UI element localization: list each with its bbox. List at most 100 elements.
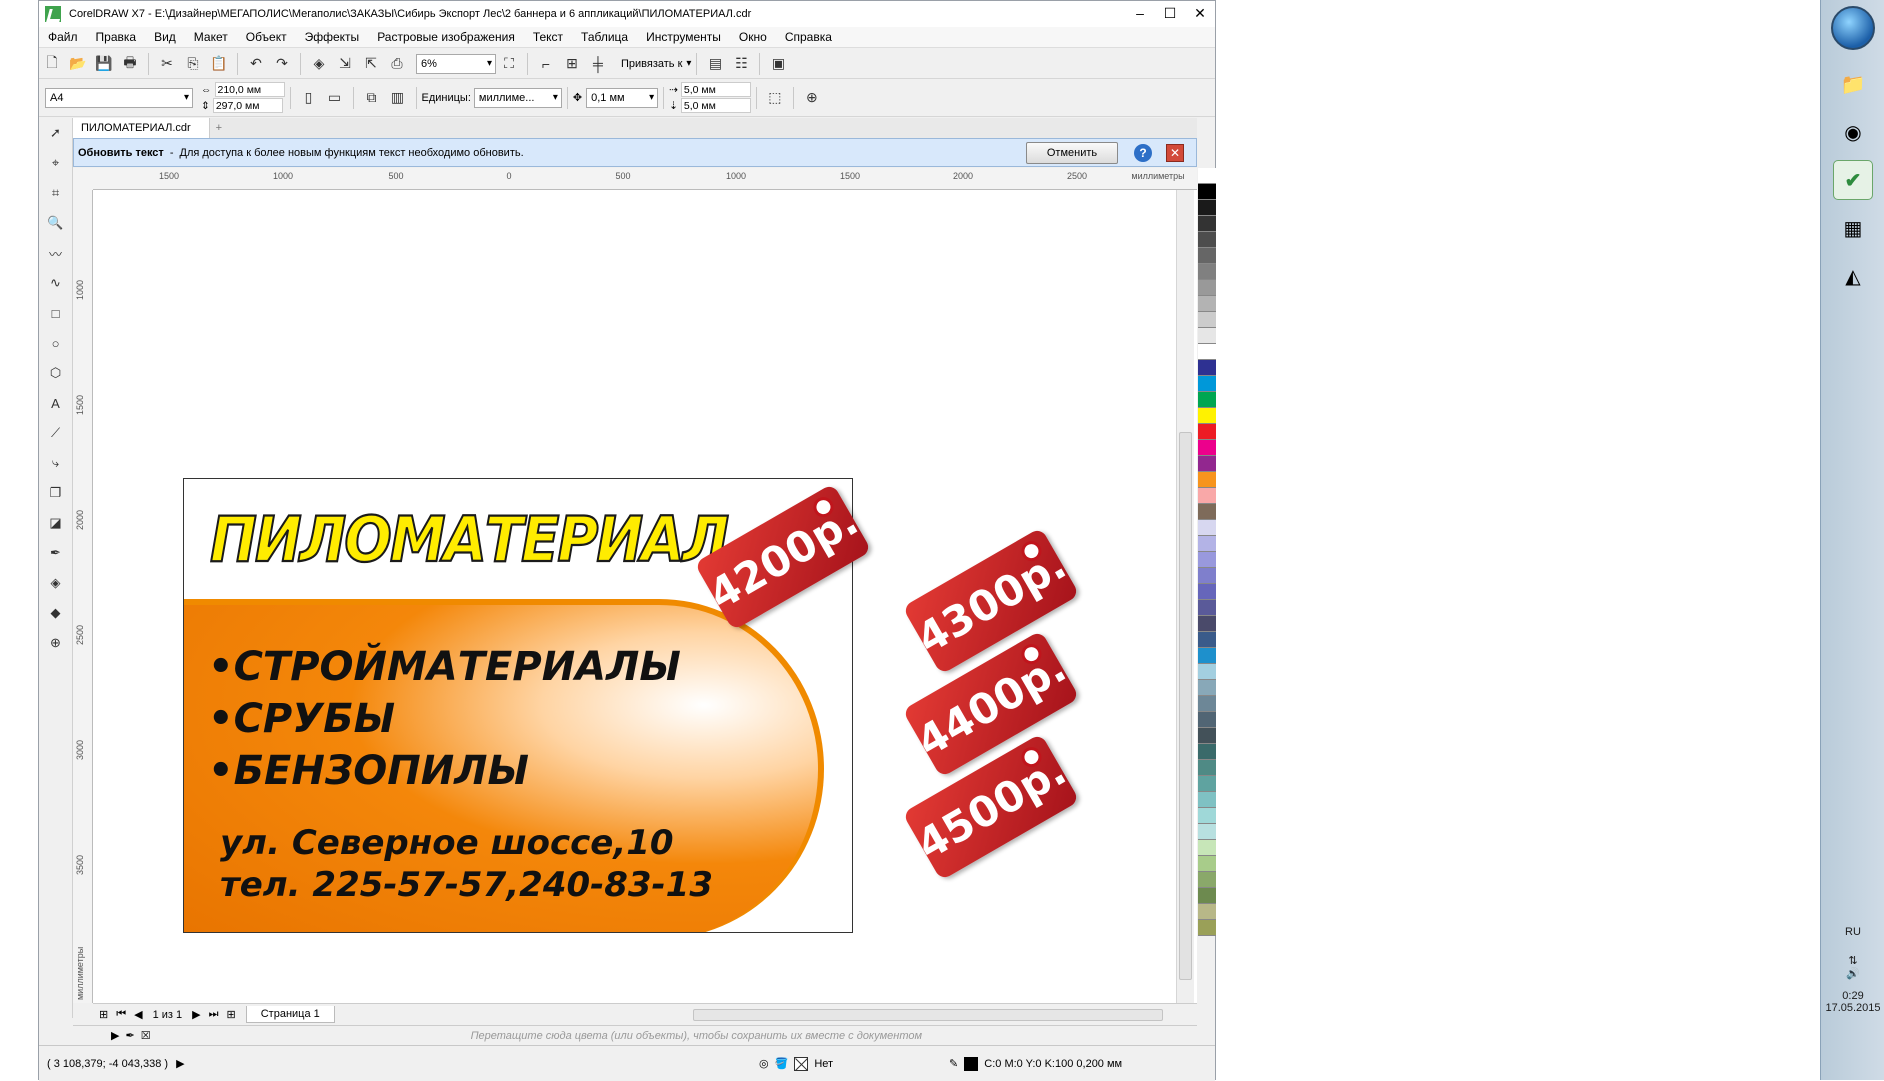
zoom-tool-icon[interactable]: 🔍 xyxy=(45,212,67,234)
palette-swatch[interactable] xyxy=(1198,792,1216,808)
palette-swatch[interactable] xyxy=(1198,824,1216,840)
banner-contacts[interactable]: ул. Северное шоссе,10 тел. 225-57-57,240… xyxy=(220,822,713,906)
palette-swatch[interactable] xyxy=(1198,920,1216,936)
palette-swatch[interactable] xyxy=(1198,760,1216,776)
vertical-scrollbar[interactable] xyxy=(1176,190,1194,1003)
nudge-distance-field[interactable]: 0,1 мм xyxy=(586,87,659,108)
artistic-media-icon[interactable]: ∿ xyxy=(45,272,67,294)
palette-swatch[interactable] xyxy=(1198,440,1216,456)
rectangle-tool-icon[interactable]: □ xyxy=(45,302,67,324)
new-tab-icon[interactable]: + xyxy=(216,122,222,134)
palette-swatch[interactable] xyxy=(1198,168,1216,184)
fill-bucket-icon[interactable]: 🪣 xyxy=(775,1057,789,1070)
duplicate-x-field[interactable] xyxy=(680,82,751,97)
page-width-field[interactable] xyxy=(214,82,285,97)
palette-swatch[interactable] xyxy=(1198,552,1216,568)
portrait-icon[interactable]: ▯ xyxy=(298,87,320,109)
eyedropper-icon[interactable]: ✒ xyxy=(125,1029,134,1042)
arrow-right-icon[interactable]: ▶ xyxy=(111,1029,119,1042)
palette-swatch[interactable] xyxy=(1198,680,1216,696)
palette-swatch[interactable] xyxy=(1198,376,1216,392)
network-icon[interactable]: ⇅ xyxy=(1821,954,1884,967)
undo-icon[interactable]: ↶ xyxy=(245,53,267,75)
palette-swatch[interactable] xyxy=(1198,504,1216,520)
freehand-tool-icon[interactable]: 〰 xyxy=(45,242,67,264)
palette-swatch[interactable] xyxy=(1198,216,1216,232)
palette-swatch[interactable] xyxy=(1198,744,1216,760)
close-button[interactable]: ✕ xyxy=(1185,1,1215,25)
page-tab[interactable]: Страница 1 xyxy=(245,1006,335,1023)
palette-swatch[interactable] xyxy=(1198,424,1216,440)
current-page-icon[interactable]: ▥ xyxy=(387,87,409,109)
palette-swatch[interactable] xyxy=(1198,600,1216,616)
palette-swatch[interactable] xyxy=(1198,568,1216,584)
menu-help[interactable]: Справка xyxy=(776,30,841,44)
minimize-button[interactable]: – xyxy=(1125,1,1155,25)
play-icon[interactable]: ▶ xyxy=(176,1057,184,1070)
landscape-icon[interactable]: ▭ xyxy=(324,87,346,109)
clock-date[interactable]: 17.05.2015 xyxy=(1821,1002,1884,1014)
redo-icon[interactable]: ↷ xyxy=(271,53,293,75)
color-proofing-icon[interactable]: ◎ xyxy=(759,1057,769,1070)
horizontal-scrollbar[interactable] xyxy=(693,1009,1163,1021)
palette-swatch[interactable] xyxy=(1198,520,1216,536)
palette-swatch[interactable] xyxy=(1198,904,1216,920)
print-icon[interactable]: 🖶 xyxy=(119,53,141,75)
shape-tool-icon[interactable]: ⌖ xyxy=(45,152,67,174)
palette-swatch[interactable] xyxy=(1198,728,1216,744)
last-page-icon[interactable]: ⏭ xyxy=(209,1008,219,1021)
rulers-icon[interactable]: ⌐ xyxy=(535,53,557,75)
palette-swatch[interactable] xyxy=(1198,712,1216,728)
paste-icon[interactable]: 📋 xyxy=(208,53,230,75)
menu-window[interactable]: Окно xyxy=(730,30,776,44)
palette-swatch[interactable] xyxy=(1198,408,1216,424)
vertical-scroll-thumb[interactable] xyxy=(1179,432,1192,980)
copy-icon[interactable]: ⎘ xyxy=(182,53,204,75)
grid-icon[interactable]: ⊞ xyxy=(561,53,583,75)
clock-time[interactable]: 0:29 xyxy=(1821,990,1884,1002)
palette-swatch[interactable] xyxy=(1198,584,1216,600)
full-screen-icon[interactable]: ⛶ xyxy=(498,53,520,75)
maximize-button[interactable]: ☐ xyxy=(1155,1,1185,25)
add-page-icon[interactable]: ⊞ xyxy=(99,1008,108,1021)
palette-swatch[interactable] xyxy=(1198,696,1216,712)
palette-swatch[interactable] xyxy=(1198,648,1216,664)
document-tab[interactable]: ПИЛОМАТЕРИАЛ.cdr xyxy=(73,118,210,138)
palette-swatch[interactable] xyxy=(1198,664,1216,680)
horizontal-ruler[interactable]: 1500 1000 500 0 500 1000 1500 2000 2500 … xyxy=(93,168,1197,190)
crop-tool-icon[interactable]: ⌗ xyxy=(45,182,67,204)
open-icon[interactable]: 📂 xyxy=(67,53,89,75)
outline-pen-icon[interactable]: ✎ xyxy=(949,1057,958,1070)
menu-table[interactable]: Таблица xyxy=(572,30,637,44)
palette-swatch[interactable] xyxy=(1198,296,1216,312)
menu-object[interactable]: Объект xyxy=(237,30,296,44)
menu-tools[interactable]: Инструменты xyxy=(637,30,730,44)
connector-tool-icon[interactable]: ⤷ xyxy=(45,452,67,474)
add-tool-icon[interactable]: ⊕ xyxy=(45,632,67,654)
page-size-combo[interactable]: A4 xyxy=(45,87,193,108)
first-page-icon[interactable]: ⏮ xyxy=(116,1008,126,1021)
no-color-icon[interactable]: ☒ xyxy=(141,1029,151,1042)
import-icon[interactable]: ⇲ xyxy=(334,53,356,75)
explorer-icon[interactable]: 📁 xyxy=(1833,64,1873,104)
palette-swatch[interactable] xyxy=(1198,776,1216,792)
chrome-icon[interactable]: ◉ xyxy=(1833,112,1873,152)
palette-swatch[interactable] xyxy=(1198,488,1216,504)
palette-swatch[interactable] xyxy=(1198,840,1216,856)
pick-tool-icon[interactable]: ➚ xyxy=(45,122,67,144)
guidelines-icon[interactable]: ╪ xyxy=(587,53,609,75)
text-tool-icon[interactable]: A xyxy=(45,392,67,414)
palette-swatch[interactable] xyxy=(1198,632,1216,648)
treat-as-filled-icon[interactable]: ⬚ xyxy=(764,87,786,109)
parallel-dimension-icon[interactable]: ⟋ xyxy=(45,422,67,444)
drop-shadow-icon[interactable]: ❐ xyxy=(45,482,67,504)
palette-swatch[interactable] xyxy=(1198,456,1216,472)
duplicate-y-field[interactable] xyxy=(680,98,751,113)
color-palette[interactable] xyxy=(1198,168,1216,1025)
next-page-icon[interactable]: ▶ xyxy=(192,1008,200,1021)
palette-swatch[interactable] xyxy=(1198,280,1216,296)
add-page-after-icon[interactable]: ⊞ xyxy=(227,1008,236,1021)
menu-text[interactable]: Текст xyxy=(524,30,572,44)
transparency-tool-icon[interactable]: ◪ xyxy=(45,512,67,534)
language-indicator[interactable]: RU xyxy=(1821,926,1884,938)
